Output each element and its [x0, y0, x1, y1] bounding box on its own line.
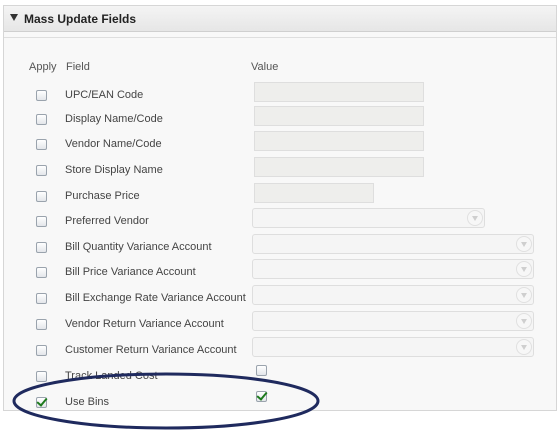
dropdown-arrow-icon[interactable] — [467, 210, 483, 226]
value-text-input[interactable] — [254, 131, 424, 151]
dropdown-arrow-icon[interactable] — [516, 261, 532, 277]
apply-checkbox[interactable] — [36, 319, 47, 330]
field-label: Display Name/Code — [65, 113, 163, 125]
value-select[interactable] — [252, 337, 534, 357]
apply-checkbox[interactable] — [36, 267, 47, 278]
column-header-field: Field — [66, 61, 90, 73]
field-label: Purchase Price — [65, 190, 140, 202]
section-header[interactable]: Mass Update Fields — [4, 6, 556, 32]
field-label: Bill Quantity Variance Account — [65, 241, 212, 253]
field-label: Customer Return Variance Account — [65, 344, 237, 356]
apply-checkbox[interactable] — [36, 397, 47, 408]
field-label: Vendor Return Variance Account — [65, 318, 224, 330]
value-text-input[interactable] — [254, 82, 424, 102]
value-select[interactable] — [252, 259, 534, 279]
value-text-input[interactable] — [254, 106, 424, 126]
field-row: Customer Return Variance Account — [0, 337, 557, 369]
apply-checkbox[interactable] — [36, 242, 47, 253]
collapse-triangle-icon[interactable] — [10, 14, 18, 21]
field-row: Use Bins — [0, 391, 557, 421]
section-title: Mass Update Fields — [24, 12, 137, 26]
field-label: Vendor Name/Code — [65, 138, 162, 150]
dropdown-arrow-icon[interactable] — [516, 313, 532, 329]
apply-checkbox[interactable] — [36, 90, 47, 101]
value-select[interactable] — [252, 285, 534, 305]
apply-checkbox[interactable] — [36, 345, 47, 356]
apply-checkbox[interactable] — [36, 165, 47, 176]
dropdown-arrow-icon[interactable] — [516, 236, 532, 252]
value-select[interactable] — [252, 208, 485, 228]
field-label: Track Landed Cost — [65, 370, 158, 382]
value-select[interactable] — [252, 311, 534, 331]
value-checkbox[interactable] — [256, 365, 267, 376]
apply-checkbox[interactable] — [36, 216, 47, 227]
apply-checkbox[interactable] — [36, 371, 47, 382]
dropdown-arrow-icon[interactable] — [516, 287, 532, 303]
field-row: Track Landed Cost — [0, 365, 557, 395]
value-select[interactable] — [252, 234, 534, 254]
column-header-apply: Apply — [29, 61, 57, 73]
field-label: Bill Price Variance Account — [65, 266, 196, 278]
value-text-input[interactable] — [254, 183, 374, 203]
field-label: Bill Exchange Rate Variance Account — [65, 292, 246, 304]
apply-checkbox[interactable] — [36, 139, 47, 150]
field-label: Use Bins — [65, 396, 110, 408]
apply-checkbox[interactable] — [36, 114, 47, 125]
field-label: Preferred Vendor — [65, 215, 149, 227]
value-checkbox[interactable] — [256, 391, 267, 402]
apply-checkbox[interactable] — [36, 293, 47, 304]
column-header-value: Value — [251, 61, 279, 73]
apply-checkbox[interactable] — [36, 191, 47, 202]
field-label: Store Display Name — [65, 164, 163, 176]
field-label: UPC/EAN Code — [65, 89, 144, 101]
dropdown-arrow-icon[interactable] — [516, 339, 532, 355]
value-text-input[interactable] — [254, 157, 424, 177]
